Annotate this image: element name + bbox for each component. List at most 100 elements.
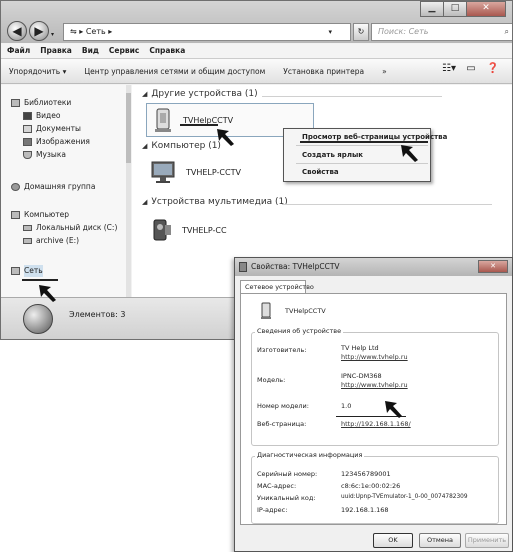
- drive-icon: [23, 238, 32, 244]
- menu-tools[interactable]: Сервис: [109, 44, 139, 58]
- menu-file[interactable]: Файл: [7, 44, 30, 58]
- minimize-button[interactable]: ▁: [420, 1, 444, 17]
- address-segment-chevron[interactable]: ▸: [108, 27, 112, 36]
- mac-label: MAC-адрес:: [257, 482, 297, 490]
- tab-network-device[interactable]: Сетевое устройство: [240, 280, 314, 294]
- device-icon: [151, 107, 175, 133]
- nav-scrollbar[interactable]: [126, 85, 131, 297]
- forward-button[interactable]: ▶: [29, 21, 49, 41]
- nav-item-local-disk[interactable]: Локальный диск (C:): [23, 222, 117, 234]
- computer-icon: [11, 211, 20, 219]
- address-dropdown-icon[interactable]: ▾: [328, 24, 332, 40]
- menu-view[interactable]: Вид: [82, 44, 99, 58]
- annotation-arrow-icon: [39, 285, 56, 302]
- refresh-button[interactable]: ↻: [353, 23, 369, 41]
- ok-button[interactable]: OK: [373, 533, 413, 548]
- group-label: Компьютер (1): [151, 141, 221, 151]
- command-bar: Упорядочить ▾ Центр управления сетями и …: [1, 58, 512, 84]
- preview-pane-icon[interactable]: ▭: [460, 63, 482, 74]
- nav-label: Домашняя группа: [24, 182, 96, 191]
- nav-item-computer[interactable]: Компьютер: [11, 209, 69, 221]
- pictures-icon: [23, 138, 32, 146]
- search-icon: ⌕: [504, 27, 509, 36]
- nav-label: Видео: [36, 111, 61, 120]
- back-button[interactable]: ◀: [7, 21, 27, 41]
- homegroup-icon: [11, 183, 20, 191]
- webpage-label: Веб-страница:: [257, 420, 307, 428]
- model-label: Модель:: [257, 376, 286, 384]
- collapse-icon: ◢: [142, 198, 148, 206]
- nav-item-homegroup[interactable]: Домашняя группа: [11, 181, 95, 193]
- history-dropdown-icon[interactable]: ▾: [51, 31, 54, 38]
- search-input[interactable]: Поиск: Сеть ⌕: [371, 23, 512, 41]
- manufacturer-link[interactable]: http://www.tvhelp.ru: [341, 353, 408, 361]
- organize-button[interactable]: Упорядочить ▾: [9, 67, 66, 76]
- properties-dialog: Свойства: TVHelpCCTV ✕ Сетевое устройств…: [234, 257, 513, 552]
- uid-value: uuid:Upnp-TVEmulator-1_0-00_0074782309: [341, 494, 468, 500]
- network-icon: [11, 267, 20, 275]
- nav-item-pictures[interactable]: Изображения: [23, 136, 90, 148]
- libraries-icon: [11, 99, 20, 107]
- scrollbar-thumb[interactable]: [126, 93, 131, 163]
- menu-help[interactable]: Справка: [149, 44, 185, 58]
- ip-label: IP-адрес:: [257, 506, 288, 514]
- group-label: Другие устройства (1): [151, 89, 258, 99]
- close-button[interactable]: ✕: [466, 1, 506, 17]
- model-number-value: 1.0: [341, 402, 352, 410]
- more-commands-button[interactable]: »: [382, 67, 387, 76]
- maximize-button[interactable]: □: [443, 1, 467, 17]
- maximize-icon: □: [450, 3, 460, 13]
- manufacturer-label: Изготовитель:: [257, 346, 307, 354]
- group-media-devices[interactable]: ◢ Устройства мультимедиа (1): [142, 197, 288, 207]
- device-info-label: Сведения об устройстве: [255, 327, 344, 335]
- group-other-devices[interactable]: ◢ Другие устройства (1): [142, 89, 258, 99]
- menu-properties[interactable]: Свойства: [302, 168, 339, 176]
- dialog-title-bar: Свойства: TVHelpCCTV ✕: [235, 258, 512, 276]
- device-icon-graphic: [155, 108, 171, 132]
- minimize-icon: ▁: [428, 3, 436, 13]
- apply-button[interactable]: Применить: [465, 533, 509, 548]
- nav-item-archive[interactable]: archive (E:): [23, 235, 79, 247]
- menu-create-shortcut[interactable]: Создать ярлык: [302, 151, 363, 159]
- add-printer-button[interactable]: Установка принтера: [283, 67, 364, 76]
- address-segment-network[interactable]: Сеть: [86, 27, 106, 36]
- diagnostics-label: Диагностическая информация: [255, 451, 365, 459]
- device-tile-pc[interactable]: TVHELP-CCTV: [150, 159, 241, 185]
- menu-edit[interactable]: Правка: [40, 44, 72, 58]
- nav-item-videos[interactable]: Видео: [23, 110, 60, 122]
- network-icon: ⇋: [70, 27, 77, 36]
- device-tile-media[interactable]: TVHELP-CC: [150, 217, 227, 243]
- close-icon: ✕: [490, 262, 496, 270]
- nav-item-music[interactable]: Музыка: [23, 149, 66, 161]
- group-divider: [262, 96, 442, 97]
- cancel-button[interactable]: Отмена: [419, 533, 461, 548]
- nav-item-libraries[interactable]: Библиотеки: [11, 97, 71, 109]
- dialog-close-button[interactable]: ✕: [478, 260, 508, 273]
- annotation-underline: [22, 279, 58, 281]
- network-center-button[interactable]: Центр управления сетями и общим доступом: [84, 67, 265, 76]
- nav-label: archive (E:): [36, 236, 80, 245]
- menu-view-device-webpage[interactable]: Просмотр веб-страницы устройства: [302, 133, 447, 141]
- address-bar[interactable]: ⇋ ▸ Сеть ▸ ▾: [63, 23, 351, 41]
- nav-label: Компьютер: [24, 210, 69, 219]
- help-icon[interactable]: ❓: [482, 63, 504, 74]
- collapse-icon: ◢: [142, 142, 148, 150]
- close-icon: ✕: [482, 3, 490, 13]
- tab-panel: TVHelpCCTV Сведения об устройстве Изгото…: [240, 293, 507, 525]
- group-computer[interactable]: ◢ Компьютер (1): [142, 141, 221, 151]
- uid-label: Уникальный код:: [257, 494, 316, 502]
- model-link[interactable]: http://www.tvhelp.ru: [341, 381, 408, 389]
- documents-icon: [23, 125, 32, 133]
- nav-item-network[interactable]: Сеть: [11, 265, 43, 277]
- nav-label: Локальный диск (C:): [36, 223, 118, 232]
- media-device-icon: [150, 217, 174, 243]
- change-view-icon[interactable]: ☷▾: [438, 63, 460, 74]
- nav-item-documents[interactable]: Документы: [23, 123, 81, 135]
- music-icon: [23, 151, 32, 159]
- mac-value: c8:6c:1e:00:02:26: [341, 482, 401, 490]
- view-controls: ☷▾ ▭ ❓: [438, 63, 504, 74]
- back-arrow-icon: ◀: [12, 24, 22, 38]
- annotation-arrow-icon: [217, 129, 234, 146]
- media-graphic: [153, 219, 171, 241]
- annotation-underline: [180, 124, 218, 126]
